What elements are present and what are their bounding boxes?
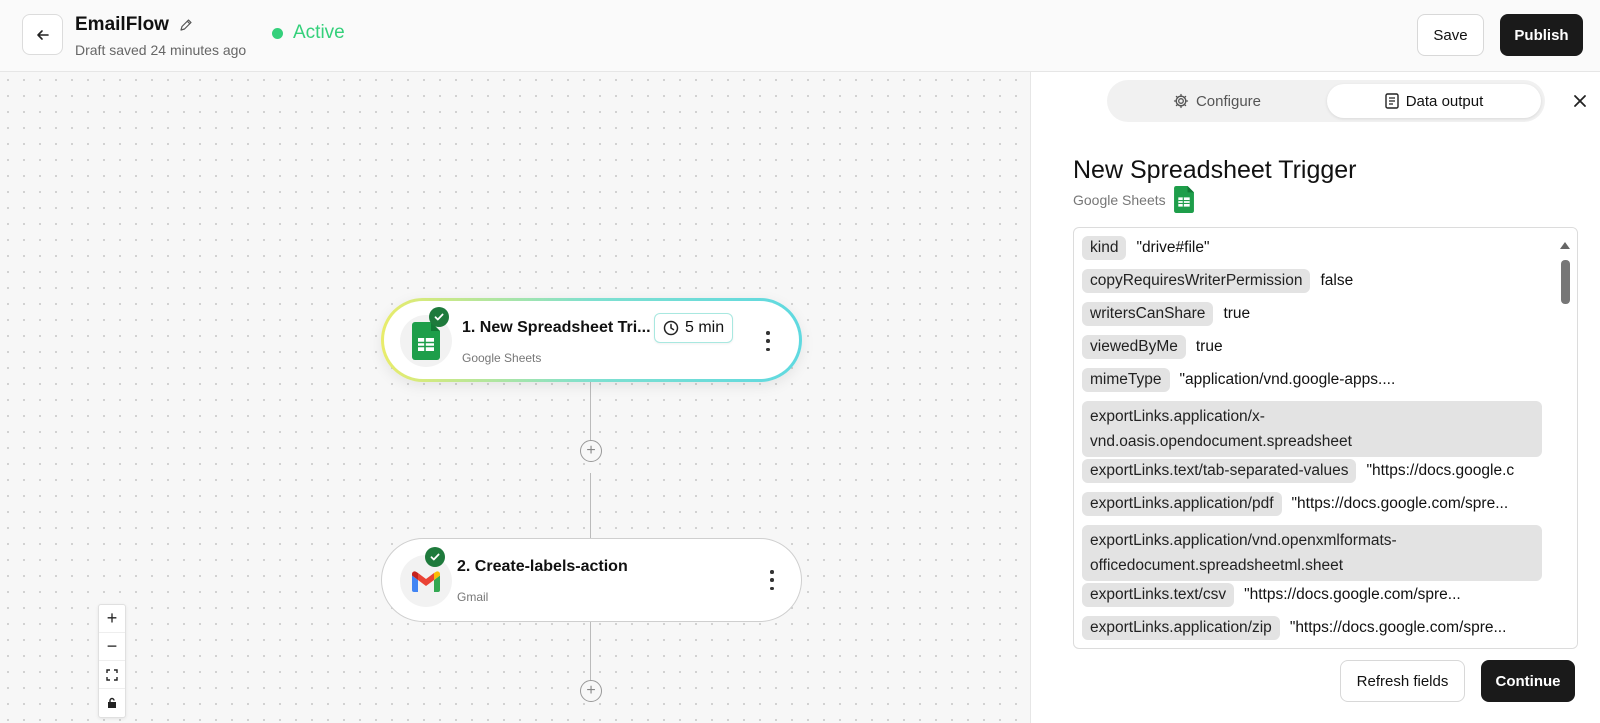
field-key-line: vnd.oasis.opendocument.spreadsheet	[1090, 433, 1352, 450]
field-key: writersCanShare	[1082, 302, 1214, 326]
lock-button[interactable]	[99, 689, 125, 717]
field-row-expanded[interactable]: exportLinks.application/vnd.openxmlforma…	[1082, 525, 1542, 581]
status-text: Active	[293, 22, 345, 43]
step-detail-panel: Configure Data output New Spreadsheet Tr…	[1030, 72, 1600, 723]
field-value: "https://docs.google.com/spre...	[1291, 495, 1509, 512]
node-app-name: Google Sheets	[462, 351, 542, 365]
field-value: "https://docs.google.com/spre...	[1289, 619, 1507, 636]
field-key: exportLinks.text/csv	[1082, 583, 1235, 607]
polling-interval-badge[interactable]: 5 min	[654, 313, 734, 343]
field-row[interactable]: viewedByMe true	[1082, 335, 1223, 359]
field-row[interactable]: mimeType "application/vnd.google-apps...…	[1082, 368, 1395, 392]
step-app-name: Google Sheets	[1073, 191, 1166, 208]
zoom-out-button[interactable]: −	[99, 633, 125, 661]
field-row[interactable]: exportLinks.application/pdf "https://doc…	[1082, 492, 1508, 516]
field-value: true	[1195, 338, 1223, 355]
field-value: "https://docs.google.com/spre...	[1244, 586, 1461, 603]
scrollbar-thumb[interactable]	[1561, 260, 1570, 304]
field-row[interactable]: copyRequiresWriterPermission false	[1082, 269, 1353, 293]
node-menu-button[interactable]	[769, 570, 775, 590]
workflow-title: EmailFlow	[75, 14, 169, 35]
draft-saved-text: Draft saved 24 minutes ago	[75, 42, 247, 58]
field-row[interactable]: writersCanShare true	[1082, 302, 1250, 326]
field-key-line: exportLinks.application/x-	[1090, 408, 1265, 425]
check-icon	[425, 547, 445, 567]
step-app: Google Sheets	[1073, 186, 1194, 213]
google-sheets-icon	[1173, 186, 1194, 213]
node-title: 2. Create-labels-action	[457, 558, 628, 575]
tab-configure-label: Configure	[1195, 92, 1262, 110]
field-row-expanded[interactable]: exportLinks.application/x- vnd.oasis.ope…	[1082, 401, 1542, 457]
node-app-name: Gmail	[457, 590, 489, 604]
step-title: New Spreadsheet Trigger	[1073, 156, 1357, 184]
field-key-line: exportLinks.application/vnd.openxmlforma…	[1090, 532, 1397, 549]
save-button[interactable]: Save	[1417, 14, 1484, 56]
add-step-button[interactable]: +	[580, 440, 602, 462]
pencil-icon[interactable]	[179, 18, 193, 32]
field-key: exportLinks.application/pdf	[1082, 492, 1282, 516]
add-step-button[interactable]: +	[580, 680, 602, 702]
node-menu-button[interactable]	[765, 331, 771, 351]
data-output-list[interactable]: kind "drive#file" copyRequiresWriterPerm…	[1073, 227, 1578, 649]
status-indicator: Active	[272, 22, 345, 44]
zoom-controls: + −	[98, 604, 126, 718]
workflow-canvas[interactable]: + + + −	[0, 72, 1030, 723]
field-value: "drive#file"	[1136, 239, 1210, 256]
close-icon[interactable]	[1571, 92, 1589, 110]
panel-tabs: Configure Data output	[1107, 80, 1545, 122]
field-key-line: officedocument.spreadsheetml.sheet	[1090, 557, 1344, 574]
field-row[interactable]: exportLinks.text/csv "https://docs.googl…	[1082, 583, 1461, 607]
publish-button[interactable]: Publish	[1500, 14, 1583, 56]
scroll-up-arrow-icon[interactable]	[1560, 242, 1570, 249]
field-value: true	[1223, 305, 1251, 322]
clock-icon	[663, 320, 679, 336]
top-bar: EmailFlow Draft saved 24 minutes ago Act…	[0, 0, 1600, 72]
zoom-in-button[interactable]: +	[99, 605, 125, 633]
tab-configure[interactable]: Configure	[1111, 84, 1323, 118]
field-value: "https://docs.google.c	[1366, 462, 1515, 479]
field-value: false	[1320, 272, 1354, 289]
fit-view-button[interactable]	[99, 661, 125, 689]
connector-line	[590, 622, 591, 681]
scrollbar[interactable]	[1553, 228, 1577, 648]
field-key: mimeType	[1082, 368, 1170, 392]
fit-view-icon	[106, 668, 118, 681]
refresh-fields-button[interactable]: Refresh fields	[1340, 660, 1465, 702]
status-dot	[272, 27, 283, 39]
field-key: kind	[1082, 236, 1127, 260]
tab-data-output[interactable]: Data output	[1327, 84, 1541, 118]
field-key: exportLinks.text/tab-separated-values	[1082, 459, 1357, 483]
workflow-title-block: EmailFlow Draft saved 24 minutes ago	[75, 14, 246, 58]
polling-interval-text: 5 min	[685, 319, 725, 336]
field-row[interactable]: exportLinks.application/zip "https://doc…	[1082, 616, 1506, 640]
workflow-node-action[interactable]: 2. Create-labels-action Gmail	[381, 538, 802, 622]
check-icon	[429, 307, 449, 327]
gear-icon	[1173, 93, 1189, 109]
field-key: viewedByMe	[1082, 335, 1186, 359]
field-value: "application/vnd.google-apps....	[1179, 371, 1396, 388]
field-row[interactable]: exportLinks.text/tab-separated-values "h…	[1082, 459, 1514, 483]
connector-line	[590, 382, 591, 444]
field-key: exportLinks.application/zip	[1082, 616, 1280, 640]
arrow-left-icon	[36, 29, 49, 40]
tab-data-output-label: Data output	[1405, 92, 1484, 110]
node-title: 1. New Spreadsheet Tri...	[462, 319, 651, 336]
continue-button[interactable]: Continue	[1481, 660, 1575, 702]
connector-line	[590, 473, 591, 538]
field-row[interactable]: kind "drive#file"	[1082, 236, 1209, 260]
workflow-node-trigger[interactable]: 1. New Spreadsheet Tri... Google Sheets …	[381, 298, 802, 382]
field-key: copyRequiresWriterPermission	[1082, 269, 1311, 293]
back-button[interactable]	[22, 14, 63, 55]
lock-icon	[108, 697, 116, 708]
document-icon	[1385, 93, 1399, 109]
